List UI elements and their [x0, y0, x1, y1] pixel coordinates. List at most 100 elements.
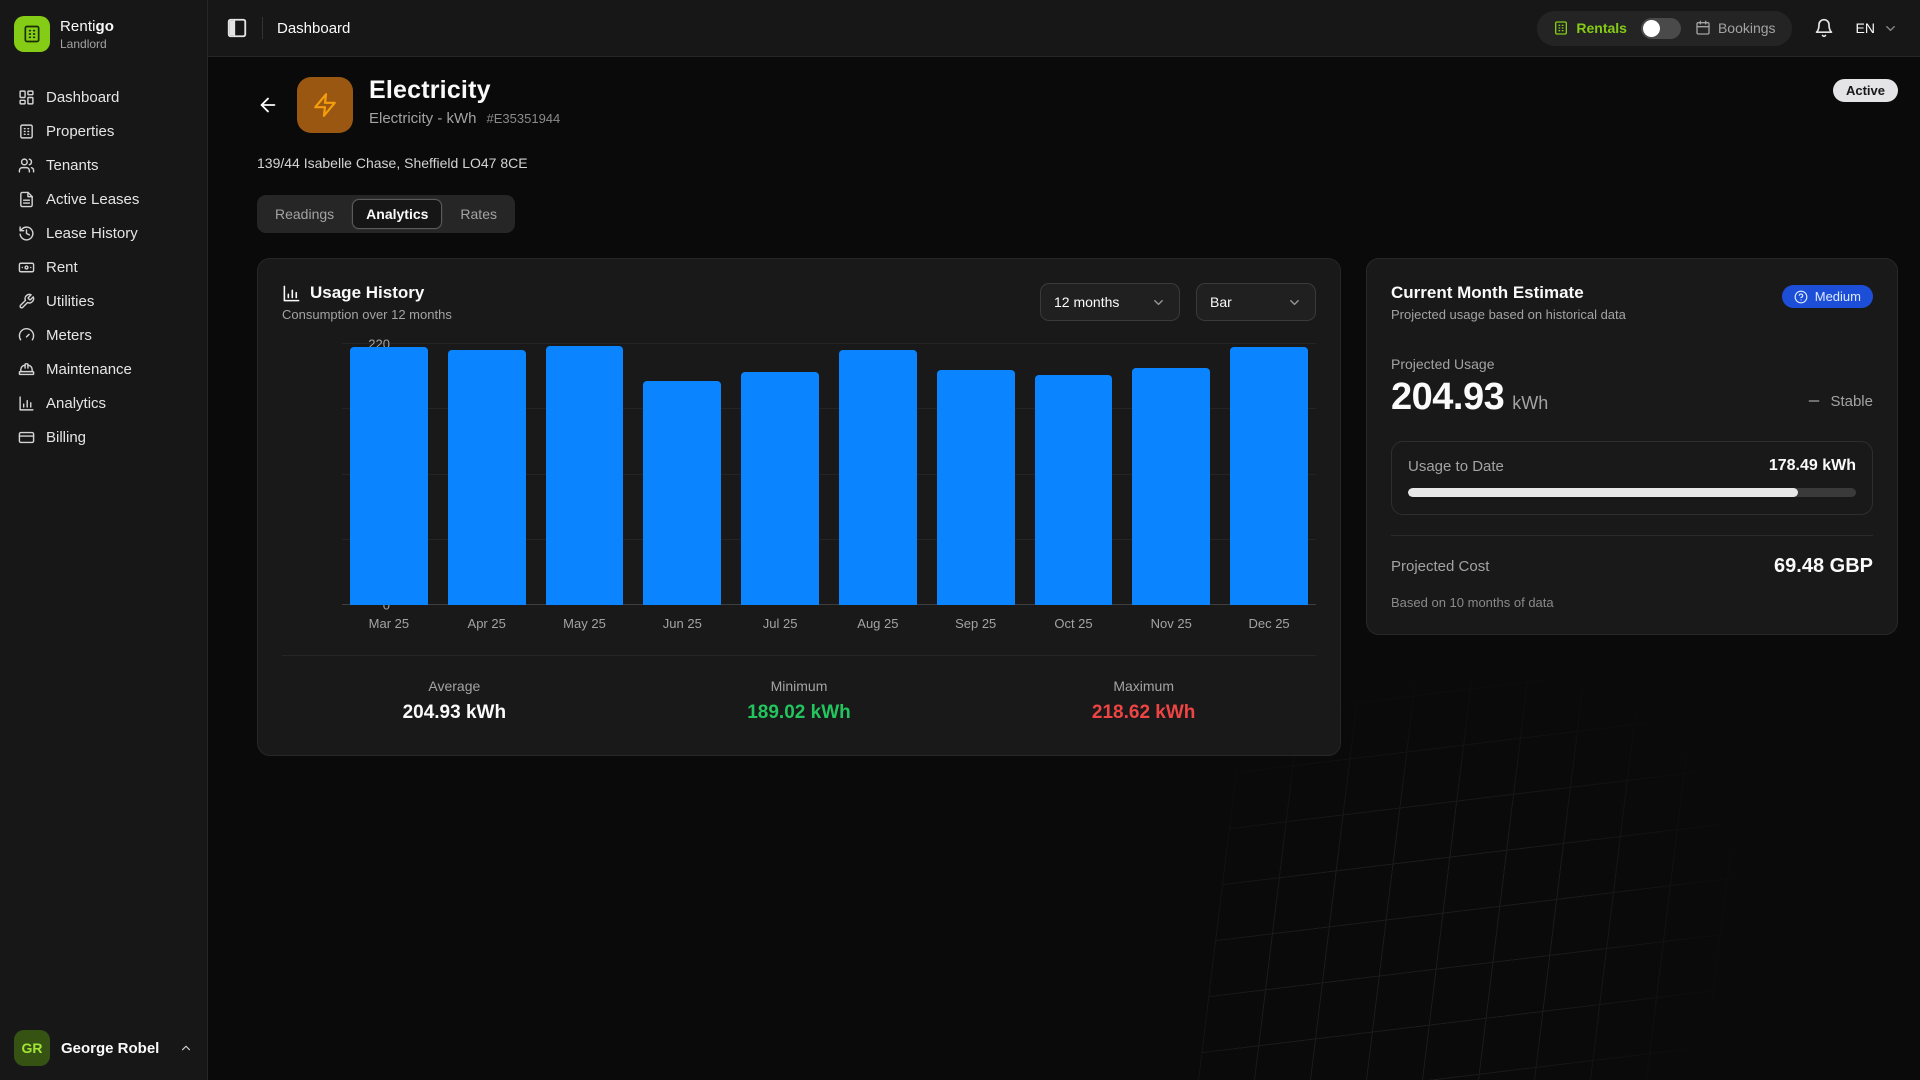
chart-x-tick-label: Nov 25	[1132, 616, 1210, 631]
bookings-option[interactable]: Bookings	[1695, 20, 1776, 36]
stat-minimum: Minimum 189.02 kWh	[627, 678, 972, 724]
sidebar-item-label: Active Leases	[46, 191, 139, 208]
chart-bar-jun-25[interactable]	[643, 381, 721, 605]
sidebar-item-label: Maintenance	[46, 361, 132, 378]
bar-chart-icon	[282, 284, 301, 303]
main-column: Dashboard Rentals Bookings EN	[208, 0, 1920, 1080]
sidebar-item-meters[interactable]: Meters	[10, 320, 197, 350]
chart-bar-slot	[546, 344, 624, 605]
chart-bar-mar-25[interactable]	[350, 347, 428, 605]
usage-card-title: Usage History	[310, 283, 424, 303]
sidebar-item-utilities[interactable]: Utilities	[10, 286, 197, 316]
sidebar-item-label: Billing	[46, 429, 86, 446]
range-select[interactable]: 12 months	[1040, 283, 1180, 321]
chart-x-tick-label: May 25	[546, 616, 624, 631]
meter-id: #E35351944	[487, 111, 561, 126]
usage-card-header: Usage History Consumption over 12 months…	[282, 283, 1316, 322]
stat-label: Minimum	[627, 678, 972, 694]
stat-maximum: Maximum218.62 kWh	[971, 678, 1316, 724]
usage-progress-fill	[1408, 488, 1798, 497]
meter-subtitle: Electricity - kWh	[369, 110, 477, 127]
banknote-icon	[18, 259, 35, 276]
chart-x-tick-label: Jul 25	[741, 616, 819, 631]
chart-bar-nov-25[interactable]	[1132, 368, 1210, 606]
estimate-card-title: Current Month Estimate	[1391, 283, 1626, 303]
brand[interactable]: Rentigo Landlord	[0, 0, 207, 68]
chart-bar-apr-25[interactable]	[448, 350, 526, 605]
topbar-right: Rentals Bookings EN	[1537, 11, 1898, 46]
sidebar-item-billing[interactable]: Billing	[10, 422, 197, 452]
building-icon	[22, 24, 42, 44]
status-badge: Active	[1833, 79, 1898, 102]
chart-x-tick-label: Mar 25	[350, 616, 428, 631]
chevron-down-icon	[1287, 295, 1302, 310]
projected-usage-unit: kWh	[1512, 393, 1548, 414]
projected-usage-label: Projected Usage	[1391, 356, 1873, 372]
usage-card-subtitle: Consumption over 12 months	[282, 307, 452, 322]
range-select-value: 12 months	[1054, 294, 1119, 310]
estimate-footnote: Based on 10 months of data	[1391, 595, 1873, 610]
sidebar-item-rent[interactable]: Rent	[10, 252, 197, 282]
tab-list: ReadingsAnalyticsRates	[257, 195, 515, 233]
wrench-icon	[18, 293, 35, 310]
estimate-divider	[1391, 535, 1873, 536]
chart-bars	[342, 344, 1316, 605]
chart-x-tick-label: Apr 25	[448, 616, 526, 631]
projected-usage-value: 204.93	[1391, 376, 1504, 419]
bell-icon[interactable]	[1814, 18, 1834, 38]
stat-label: Maximum	[971, 678, 1316, 694]
topbar: Dashboard Rentals Bookings EN	[208, 0, 1920, 57]
sidebar-item-dashboard[interactable]: Dashboard	[10, 82, 197, 112]
chart-type-select[interactable]: Bar	[1196, 283, 1316, 321]
sidebar-item-label: Dashboard	[46, 89, 119, 106]
sidebar-item-label: Analytics	[46, 395, 106, 412]
chart-x-tick-label: Oct 25	[1035, 616, 1113, 631]
minus-icon	[1806, 393, 1822, 409]
page-title: Electricity	[369, 77, 560, 105]
sidebar-item-label: Properties	[46, 123, 114, 140]
sidebar-item-lease-history[interactable]: Lease History	[10, 218, 197, 248]
usage-to-date-value: 178.49 kWh	[1769, 457, 1856, 475]
rentals-option[interactable]: Rentals	[1553, 20, 1627, 36]
tab-readings[interactable]: Readings	[261, 199, 348, 229]
usage-card-titles: Usage History Consumption over 12 months	[282, 283, 452, 322]
projected-usage-row: 204.93 kWh Stable	[1391, 376, 1873, 419]
chart-bar-dec-25[interactable]	[1230, 347, 1308, 605]
tab-rates[interactable]: Rates	[446, 199, 511, 229]
sidebar-toggle-icon[interactable]	[226, 17, 248, 39]
mode-toggle[interactable]	[1641, 18, 1681, 39]
chart-bar-slot	[643, 344, 721, 605]
credit-card-icon	[18, 429, 35, 446]
usage-progress-bar	[1408, 488, 1856, 497]
chart-bar-may-25[interactable]	[546, 346, 624, 605]
brand-subtitle: Landlord	[60, 37, 114, 51]
property-address: 139/44 Isabelle Chase, Sheffield LO47 8C…	[257, 155, 1898, 171]
estimate-card-subtitle: Projected usage based on historical data	[1391, 307, 1626, 322]
chart-bar-slot	[350, 344, 428, 605]
sidebar-nav: Dashboard Properties Tenants Active Leases L…	[0, 68, 207, 1016]
sidebar-item-active-leases[interactable]: Active Leases	[10, 184, 197, 214]
users-icon	[18, 157, 35, 174]
sidebar-item-maintenance[interactable]: Maintenance	[10, 354, 197, 384]
bookings-label: Bookings	[1718, 20, 1776, 36]
sidebar-item-properties[interactable]: Properties	[10, 116, 197, 146]
brand-name: Rentigo	[60, 18, 114, 35]
sidebar-item-tenants[interactable]: Tenants	[10, 150, 197, 180]
sidebar-item-analytics[interactable]: Analytics	[10, 388, 197, 418]
hard-hat-icon	[18, 361, 35, 378]
user-menu[interactable]: GR George Robel	[0, 1016, 207, 1080]
chart-bar-sep-25[interactable]	[937, 370, 1015, 605]
back-button[interactable]	[257, 94, 279, 116]
stat-value: 189.02 kWh	[627, 702, 972, 724]
projected-cost-row: Projected Cost 69.48 GBP	[1391, 555, 1873, 578]
chart-bar-slot	[741, 344, 819, 605]
chart-bar-jul-25[interactable]	[741, 372, 819, 605]
zap-icon	[312, 92, 338, 118]
tab-analytics[interactable]: Analytics	[352, 199, 442, 229]
chart-bar-oct-25[interactable]	[1035, 375, 1113, 606]
chart-x-tick-label: Sep 25	[937, 616, 1015, 631]
language-select[interactable]: EN	[1856, 20, 1898, 36]
confidence-badge-label: Medium	[1815, 289, 1861, 304]
chart-bar-aug-25[interactable]	[839, 350, 917, 605]
usage-to-date-box: Usage to Date 178.49 kWh	[1391, 441, 1873, 515]
